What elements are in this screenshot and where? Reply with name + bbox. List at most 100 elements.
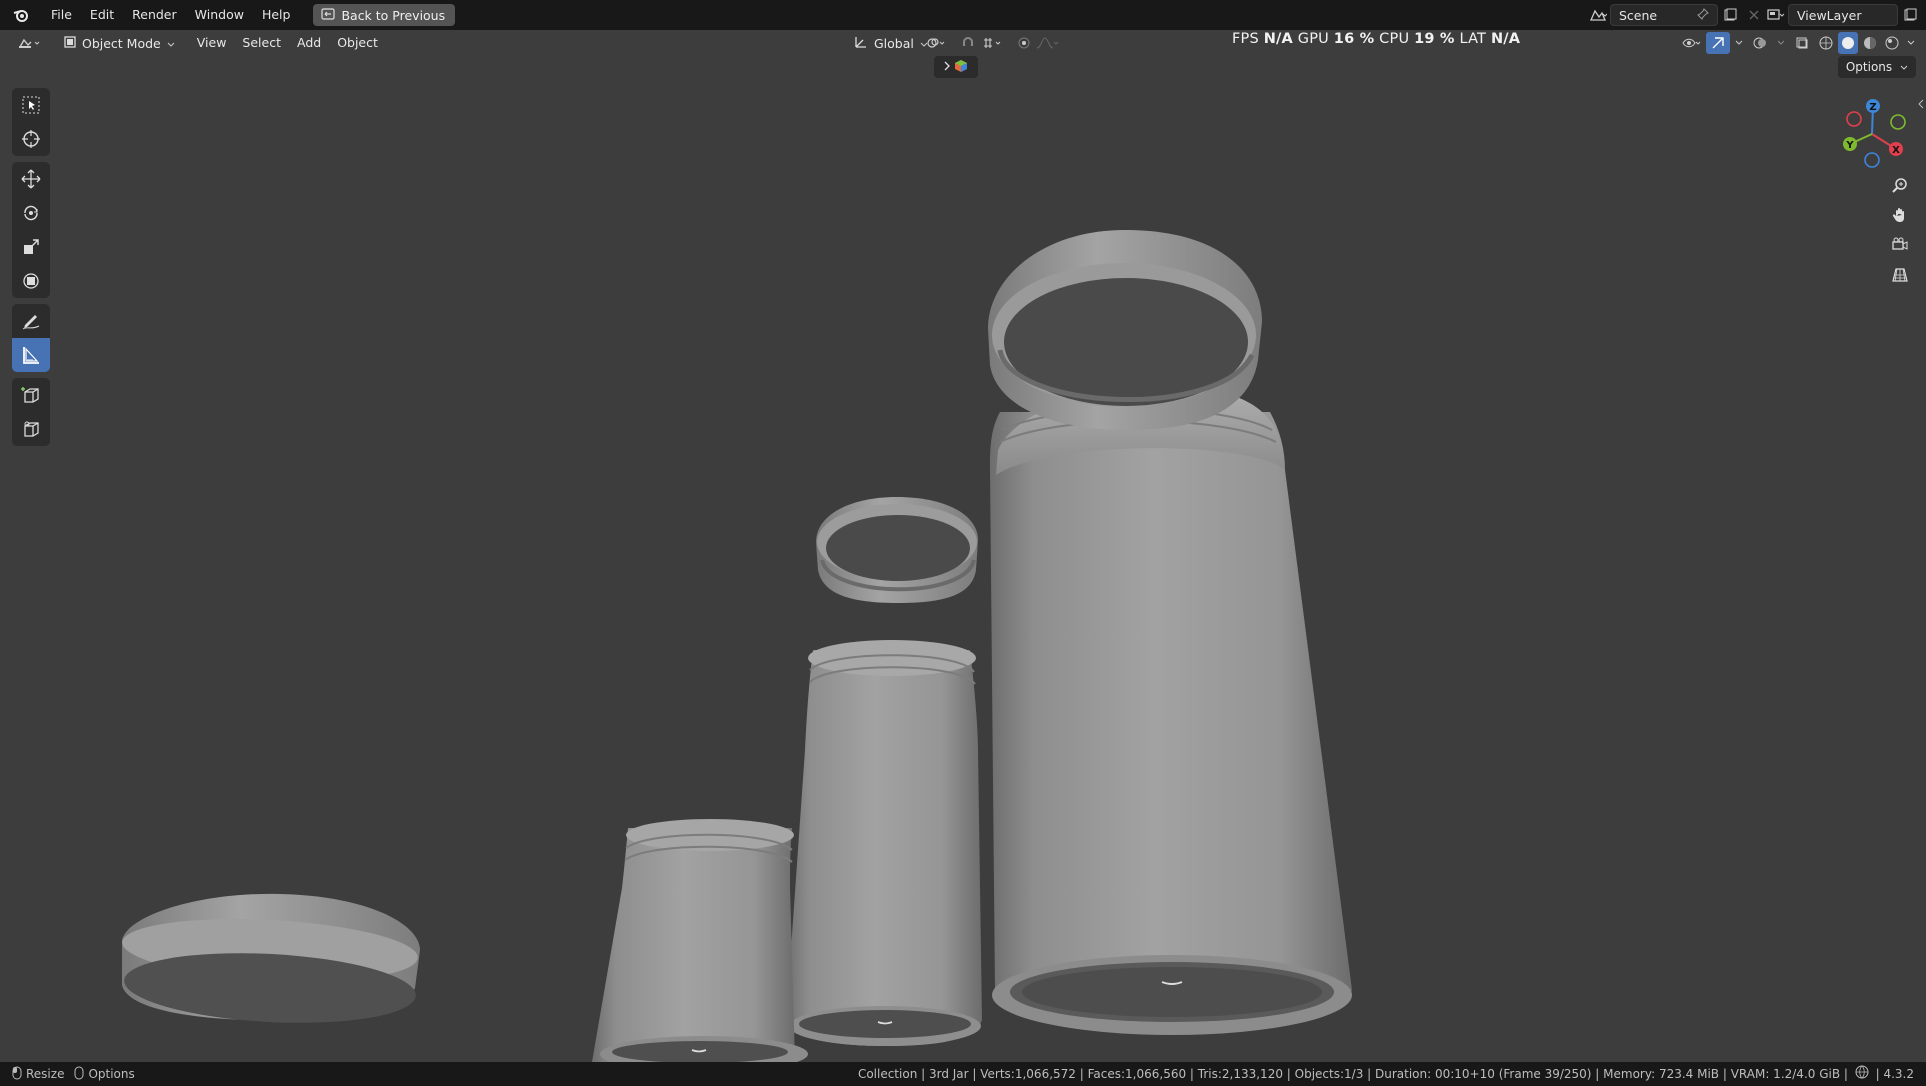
jar-large[interactable] [990,385,1352,1035]
object-mode-label: Object Mode [82,35,161,51]
orientation-icon [854,35,868,52]
lid-large[interactable] [988,230,1262,430]
cursor-tool-icon[interactable] [12,122,50,156]
view-layer-selector: ViewLayer [1764,4,1926,26]
object-mode-icon [64,35,76,51]
gizmo-y-label: Y [1845,140,1854,151]
chevron-down-icon[interactable] [1904,32,1918,54]
proportional-edit-icon[interactable] [1012,32,1036,54]
rotate-tool-icon[interactable] [12,196,50,230]
menu-object[interactable]: Object [329,32,386,54]
back-icon [321,7,336,23]
gpu-value: 16 % [1333,31,1375,47]
mouse-icon [74,1066,84,1083]
perspective-toggle-icon[interactable] [1887,262,1913,288]
gpu-label: GPU [1297,31,1329,47]
view-layer-browse-icon[interactable] [1764,4,1788,26]
performance-readout: FPS N/A GPU 16 % CPU 19 % LAT N/A [1232,30,1520,56]
scale-tool-icon[interactable] [12,230,50,264]
delete-view-layer-icon[interactable] [1922,4,1926,26]
chevron-down-icon [167,36,175,51]
snap-icon[interactable] [956,32,980,54]
scene-browse-icon[interactable] [1586,4,1610,26]
wireframe-shading-icon[interactable] [1816,32,1836,54]
gizmo-toggle-icon[interactable] [1706,32,1730,54]
xray-icon[interactable] [1790,32,1814,54]
gizmo-x-label: X [1892,145,1900,156]
viewport-display-controls [1680,32,1918,54]
fps-value: N/A [1263,31,1293,47]
menu-window[interactable]: Window [186,3,253,27]
viewport-header: Object Mode View Select Add Object Globa… [0,30,1926,56]
overlay-icon[interactable] [1748,32,1772,54]
camera-view-icon[interactable] [1887,232,1913,258]
add-cube-tool-icon[interactable] [12,378,50,412]
menu-edit[interactable]: Edit [81,3,123,27]
menu-file[interactable]: File [42,3,81,27]
network-icon [1855,1063,1869,1086]
measure-tool-icon[interactable] [12,338,50,372]
status-info: Collection | 3rd Jar | Verts:1,066,572 |… [858,1062,1914,1086]
menu-render[interactable]: Render [123,3,186,27]
transform-tool-icon[interactable] [12,264,50,298]
editor-type-icon[interactable] [12,32,48,54]
snap-target-icon[interactable] [980,32,1004,54]
chevron-right-icon [944,60,950,74]
delete-scene-icon[interactable] [1742,4,1766,26]
mouse-icon [12,1066,22,1083]
back-to-previous-label: Back to Previous [341,7,446,23]
3d-viewport[interactable]: Object Mode View Select Add Object Globa… [0,30,1926,1062]
lid-medium[interactable] [816,497,978,603]
tool-group-annotate [12,304,50,372]
chevron-down-icon[interactable] [1774,32,1788,54]
sidebar-toggle-icon[interactable] [1918,98,1924,112]
pivot-point-icon[interactable] [924,32,948,54]
gizmo-z-label: Z [1869,102,1876,113]
chevron-down-icon[interactable] [1732,32,1746,54]
edit-cube-tool-icon[interactable] [12,412,50,446]
menu-help[interactable]: Help [253,3,300,27]
pin-icon[interactable] [1697,7,1709,23]
solid-shading-icon[interactable] [1838,32,1858,54]
cpu-value: 19 % [1414,31,1455,47]
options-button[interactable]: Options [1837,56,1916,78]
collection-indicator[interactable] [934,56,978,78]
top-menu-bar: File Edit Render Window Help Back to Pre… [0,0,1926,30]
pan-hand-icon[interactable] [1887,202,1913,228]
back-to-previous-button[interactable]: Back to Previous [313,4,456,26]
cpu-label: CPU [1379,31,1410,47]
new-view-layer-icon[interactable] [1898,4,1922,26]
tool-shelf [12,88,50,452]
annotate-tool-icon[interactable] [12,304,50,338]
lid-flat[interactable] [121,893,420,1030]
jar-medium[interactable] [786,640,982,1046]
zoom-icon[interactable] [1887,172,1913,198]
tool-group-transform [12,162,50,298]
orientation-label: Global [874,35,914,51]
rendered-shading-icon[interactable] [1882,32,1902,54]
lat-label: LAT [1459,31,1487,47]
transform-orientation-dropdown[interactable]: Global [846,32,936,54]
blender-logo-icon[interactable] [12,6,30,24]
chevron-down-icon [1900,60,1908,74]
scene-statistics: Collection | 3rd Jar | Verts:1,066,572 |… [857,1067,1848,1081]
material-shading-icon[interactable] [1860,32,1880,54]
fps-label: FPS [1232,31,1259,47]
visibility-icon[interactable] [1680,32,1704,54]
new-scene-icon[interactable] [1718,4,1742,26]
menu-select[interactable]: Select [234,32,289,54]
tool-group-add [12,378,50,446]
move-tool-icon[interactable] [12,162,50,196]
object-mode-dropdown[interactable]: Object Mode [56,32,183,54]
view-layer-field[interactable]: ViewLayer [1788,4,1898,26]
object-data-icon [954,59,968,76]
jar-small[interactable] [592,819,808,1062]
scene-name-field[interactable]: Scene [1610,4,1718,26]
menu-add[interactable]: Add [289,32,329,54]
falloff-icon[interactable] [1036,32,1060,54]
tool-group-select [12,88,50,156]
menu-view[interactable]: View [189,32,235,54]
navigation-gizmo[interactable]: Z X Y [1832,94,1912,174]
options-label: Options [1845,60,1893,74]
select-box-tool-icon[interactable] [12,88,50,122]
